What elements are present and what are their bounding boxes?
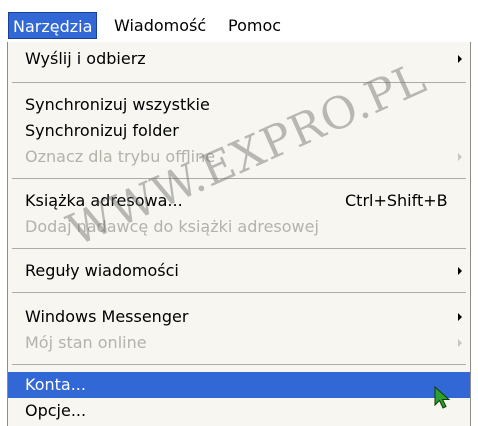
menu-item-mark-offline: Oznacz dla trybu offline	[8, 144, 470, 170]
menu-item-send-receive[interactable]: Wyślij i odbierz	[8, 46, 470, 72]
menu-item-sync-folder[interactable]: Synchronizuj folder	[8, 118, 470, 144]
menu-item-message-rules[interactable]: Reguły wiadomości	[8, 258, 470, 284]
tools-dropdown-menu: Wyślij i odbierz Synchronizuj wszystkie …	[7, 42, 471, 426]
menubar-item-wiadomosc[interactable]: Wiadomość	[110, 12, 210, 39]
submenu-arrow-icon	[458, 313, 462, 321]
menu-separator	[12, 292, 466, 293]
submenu-arrow-icon	[458, 153, 462, 161]
shortcut-label: Ctrl+Shift+B	[345, 191, 448, 210]
menu-separator	[12, 364, 466, 365]
menu-item-my-online-status: Mój stan online	[8, 330, 470, 356]
menubar-item-narzedzia[interactable]: Narzędzia	[8, 12, 98, 39]
submenu-arrow-icon	[458, 339, 462, 347]
mouse-cursor-icon	[434, 386, 451, 409]
menu-bar: Narzędzia Wiadomość Pomoc	[0, 0, 478, 42]
menu-item-options[interactable]: Opcje...	[8, 398, 470, 424]
menubar-item-pomoc[interactable]: Pomoc	[224, 12, 285, 39]
submenu-arrow-icon	[458, 267, 462, 275]
menu-item-windows-messenger[interactable]: Windows Messenger	[8, 304, 470, 330]
submenu-arrow-icon	[458, 55, 462, 63]
menu-item-add-sender: Dodaj nadawcę do książki adresowej	[25, 217, 319, 236]
menu-separator	[12, 178, 466, 179]
menu-item-address-book[interactable]: Książka adresowa... Ctrl+Shift+B	[8, 188, 470, 214]
menu-item-sync-all[interactable]: Synchronizuj wszystkie	[8, 92, 470, 118]
menu-separator	[12, 82, 466, 83]
menu-separator	[12, 248, 466, 249]
menu-item-accounts[interactable]: Konta...	[8, 372, 470, 398]
